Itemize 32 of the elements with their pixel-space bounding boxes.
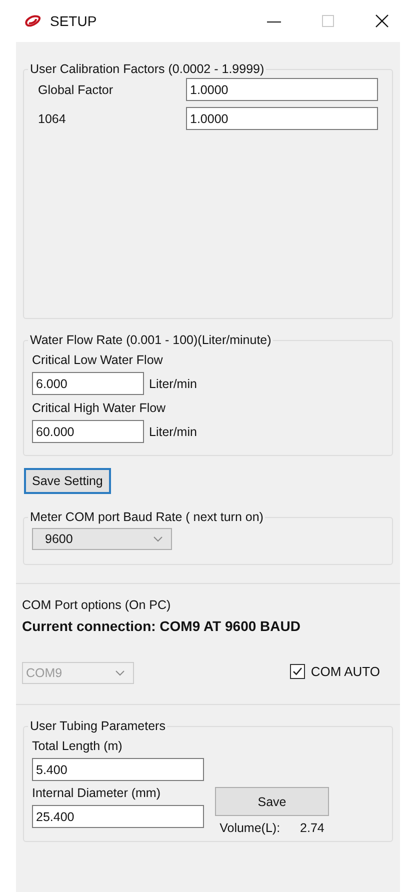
com-auto-checkbox[interactable]: COM AUTO (290, 664, 380, 678)
field-label: Critical High Water Flow (32, 401, 167, 415)
volume-value: 2.74 (300, 821, 324, 835)
input-field[interactable]: 1.0000 (186, 107, 378, 130)
field-label: 1064 (37, 112, 67, 126)
input-field[interactable]: 60.000 (32, 420, 144, 443)
input-field[interactable]: 1.0000 (186, 78, 378, 101)
field-label: Global Factor (37, 82, 114, 96)
section-title: COM Port options (On PC) (22, 598, 172, 612)
chevron-down-icon (115, 670, 125, 676)
close-icon[interactable] (374, 13, 390, 29)
group-title: Water Flow Rate (0.001 - 100)(Liter/minute) (29, 333, 272, 347)
chevron-down-icon (153, 536, 163, 542)
field-label: Total Length (m) (32, 739, 124, 753)
check-icon (292, 666, 303, 676)
save-button[interactable]: Save (215, 787, 329, 816)
group-title: User Tubing Parameters (29, 719, 166, 733)
app-logo-icon (24, 14, 42, 28)
input-field[interactable]: 5.400 (32, 758, 204, 781)
connection-status: Current connection: COM9 AT 9600 BAUD (22, 618, 302, 634)
unit-label: Liter/min (149, 376, 197, 390)
input-field[interactable]: 25.400 (32, 805, 204, 828)
input-field[interactable]: 6.000 (32, 372, 144, 395)
volume-label: Volume(L): (220, 821, 280, 835)
unit-label: Liter/min (149, 424, 197, 438)
field-label: Internal Diameter (mm) (32, 786, 162, 800)
save-setting-button[interactable]: Save Setting (24, 468, 111, 494)
baud-rate-dropdown[interactable]: 9600 (32, 528, 172, 550)
group-title: User Calibration Factors (0.0002 - 1.9999) (29, 62, 266, 76)
window-title: SETUP (50, 13, 98, 29)
group-title: Meter COM port Baud Rate ( next turn on) (29, 510, 264, 524)
field-label: Critical Low Water Flow (32, 353, 164, 367)
